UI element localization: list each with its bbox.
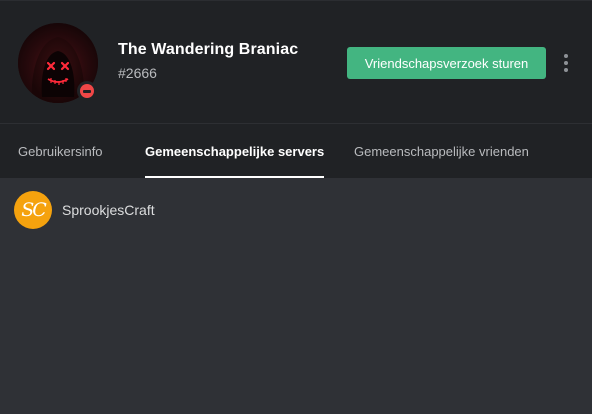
- server-initials: SC: [21, 199, 47, 221]
- list-item[interactable]: SC SprookjesCraft: [8, 190, 568, 230]
- mutual-servers-list: SC SprookjesCraft: [0, 178, 592, 414]
- do-not-disturb-icon: [80, 84, 94, 98]
- status-indicator: [77, 81, 97, 101]
- vertical-ellipsis-icon: [564, 54, 568, 58]
- discriminator: #2666: [118, 65, 157, 81]
- tab-user-info[interactable]: Gebruikersinfo: [18, 124, 103, 178]
- server-icon: SC: [14, 191, 52, 229]
- avatar[interactable]: [18, 23, 98, 103]
- tab-mutual-friends[interactable]: Gemeenschappelijke vrienden: [354, 124, 529, 178]
- profile-header: The Wandering Braniac #2666 Vriendschaps…: [0, 0, 592, 123]
- user-profile-modal: The Wandering Braniac #2666 Vriendschaps…: [0, 0, 592, 414]
- send-friend-request-button[interactable]: Vriendschapsverzoek sturen: [347, 47, 546, 79]
- profile-tab-bar: Gebruikersinfo Gemeenschappelijke server…: [0, 123, 592, 178]
- more-options-button[interactable]: [558, 51, 574, 75]
- vertical-ellipsis-icon: [564, 68, 568, 72]
- username: The Wandering Braniac: [118, 41, 299, 58]
- server-name: SprookjesCraft: [62, 202, 155, 218]
- tab-mutual-servers[interactable]: Gemeenschappelijke servers: [145, 124, 325, 178]
- vertical-ellipsis-icon: [564, 61, 568, 65]
